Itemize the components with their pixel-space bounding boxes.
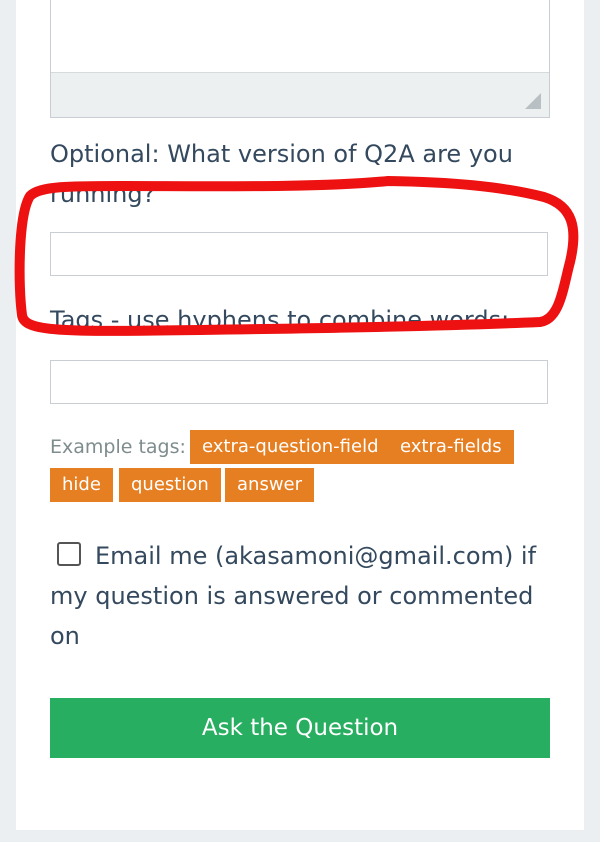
- version-field-label: Optional: What version of Q2A are you ru…: [50, 140, 513, 208]
- email-notify-label: Email me (akasamoni@gmail.com) if my que…: [50, 542, 537, 650]
- example-tag[interactable]: answer: [225, 468, 315, 502]
- example-tag[interactable]: extra-question-field: [190, 430, 391, 464]
- example-tag[interactable]: hide: [50, 468, 113, 502]
- textarea-footer: [51, 72, 549, 117]
- resize-grip-icon[interactable]: [525, 93, 541, 109]
- question-textarea[interactable]: [50, 0, 550, 118]
- version-input[interactable]: [50, 232, 548, 276]
- tags-input[interactable]: [50, 360, 548, 404]
- example-tag[interactable]: question: [119, 468, 221, 502]
- example-tag[interactable]: extra-fields: [388, 430, 514, 464]
- tags-field-label: Tags - use hyphens to combine words:: [50, 306, 510, 334]
- ask-question-button[interactable]: Ask the Question: [50, 698, 550, 758]
- example-tags-label: Example tags:: [50, 436, 186, 458]
